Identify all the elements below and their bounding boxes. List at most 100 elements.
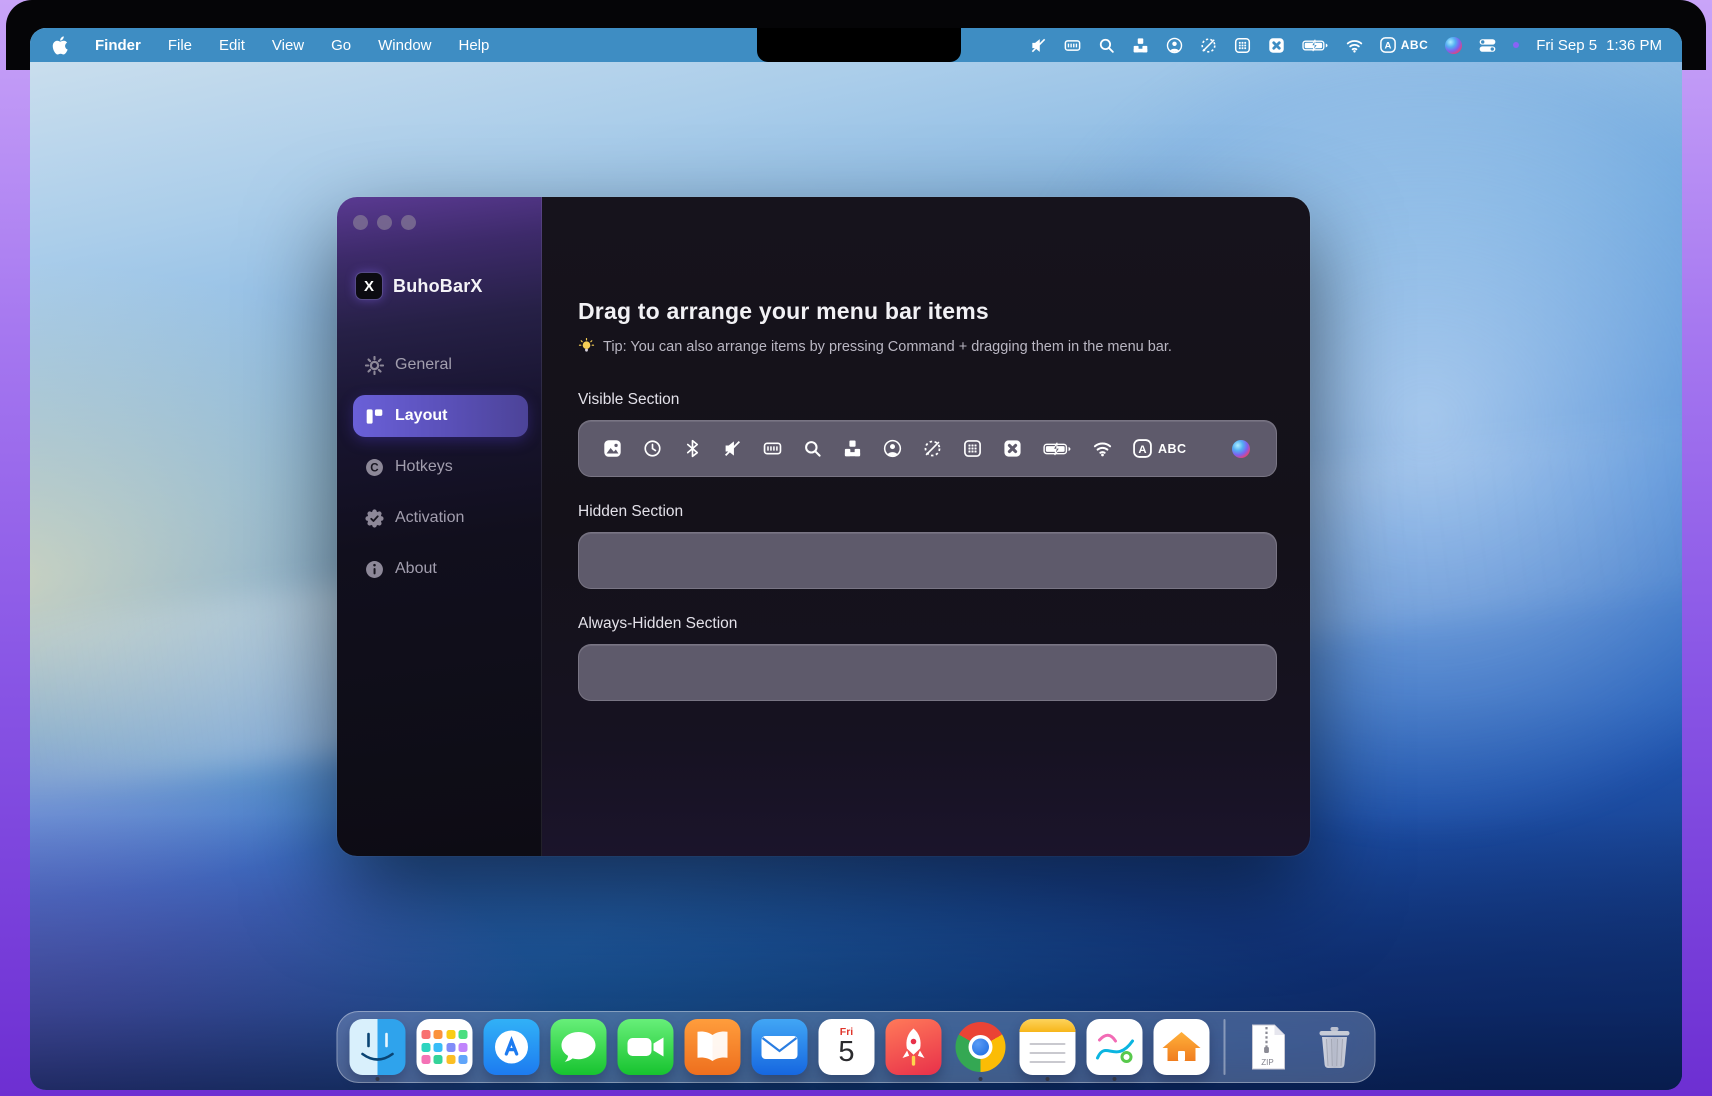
widgets-grid-icon bbox=[417, 1019, 473, 1075]
dock-item-freeform[interactable] bbox=[1087, 1019, 1143, 1075]
person-circle-icon[interactable] bbox=[883, 439, 902, 458]
menu-bar-date: Fri Sep 5 bbox=[1536, 37, 1597, 54]
speaker-mute-icon[interactable] bbox=[1030, 37, 1047, 54]
person-circle-icon[interactable] bbox=[1166, 37, 1183, 54]
window-content: Drag to arrange your menu bar items Tip:… bbox=[542, 197, 1310, 856]
layout-icon bbox=[365, 407, 384, 426]
bluetooth-icon[interactable] bbox=[683, 439, 702, 458]
c-circle-icon: C bbox=[365, 458, 384, 477]
app-logo-icon: X bbox=[355, 272, 383, 300]
sidebar-item-activation[interactable]: Activation bbox=[353, 497, 528, 539]
home-icon bbox=[1154, 1019, 1210, 1075]
dock-item-rocket[interactable] bbox=[886, 1019, 942, 1075]
hub-icon[interactable] bbox=[843, 439, 862, 458]
menu-bar-left: Finder File Edit View Go Window Help bbox=[52, 36, 489, 55]
page-title: Drag to arrange your menu bar items bbox=[578, 296, 1277, 326]
dock-item-messages[interactable] bbox=[551, 1019, 607, 1075]
input-a-icon: A bbox=[1380, 37, 1396, 53]
control-center-icon[interactable] bbox=[1479, 37, 1496, 54]
history-icon[interactable] bbox=[643, 439, 662, 458]
menu-file[interactable]: File bbox=[168, 37, 192, 54]
always-hidden-section-label: Always-Hidden Section bbox=[578, 615, 1277, 633]
sidebar-item-about[interactable]: About bbox=[353, 548, 528, 590]
menu-help[interactable]: Help bbox=[459, 37, 490, 54]
input-source-label: ABC bbox=[1401, 38, 1429, 52]
dock-item-mail[interactable] bbox=[752, 1019, 808, 1075]
buhobarx-icon[interactable] bbox=[1003, 439, 1022, 458]
mail-icon bbox=[752, 1019, 808, 1075]
dock-item-finder[interactable] bbox=[350, 1019, 406, 1075]
scanner-icon[interactable] bbox=[763, 439, 782, 458]
sidebar-item-general[interactable]: General bbox=[353, 344, 528, 386]
sidebar-item-label: Activation bbox=[395, 509, 464, 527]
facetime-icon bbox=[618, 1019, 674, 1075]
search-icon[interactable] bbox=[1098, 37, 1115, 54]
speaker-mute-icon[interactable] bbox=[723, 439, 742, 458]
keypad-icon[interactable] bbox=[1234, 37, 1251, 54]
traffic-light-minimize[interactable] bbox=[377, 215, 392, 230]
calendar-icon: Fri 5 bbox=[819, 1019, 875, 1075]
svg-text:C: C bbox=[370, 461, 379, 474]
app-identity: X BuhoBarX bbox=[353, 272, 528, 300]
apple-icon[interactable] bbox=[52, 36, 68, 55]
marketing-frame: { "menubar": { "apple_icon": "apple-icon… bbox=[0, 0, 1712, 1096]
dock-item-notes[interactable] bbox=[1020, 1019, 1076, 1075]
hidden-section-box[interactable] bbox=[578, 532, 1277, 589]
battery-charging-icon[interactable] bbox=[1302, 37, 1329, 54]
input-source-item[interactable]: A ABC bbox=[1133, 439, 1187, 458]
dock-item-facetime[interactable] bbox=[618, 1019, 674, 1075]
books-icon bbox=[685, 1019, 741, 1075]
menu-edit[interactable]: Edit bbox=[219, 37, 245, 54]
hub-icon[interactable] bbox=[1132, 37, 1149, 54]
buhobarx-menu-icon[interactable] bbox=[1268, 37, 1285, 54]
menu-bar-clock[interactable]: Fri Sep 5 1:36 PM bbox=[1536, 37, 1662, 54]
wifi-icon[interactable] bbox=[1093, 439, 1112, 458]
dock-separator bbox=[1224, 1019, 1226, 1075]
svg-text:A: A bbox=[1138, 444, 1146, 456]
rocket-icon bbox=[886, 1019, 942, 1075]
battery-charging-icon[interactable] bbox=[1043, 440, 1072, 458]
running-indicator bbox=[1113, 1077, 1117, 1081]
dock-item-widgets-grid[interactable] bbox=[417, 1019, 473, 1075]
svg-text:A: A bbox=[1384, 41, 1391, 52]
app-title: BuhoBarX bbox=[393, 276, 483, 297]
dock-item-calendar[interactable]: Fri 5 bbox=[819, 1019, 875, 1075]
airdrop-off-icon[interactable] bbox=[1200, 37, 1217, 54]
menu-view[interactable]: View bbox=[272, 37, 304, 54]
menu-window[interactable]: Window bbox=[378, 37, 431, 54]
siri-orb-icon[interactable] bbox=[1445, 37, 1462, 54]
dock-item-chrome[interactable] bbox=[953, 1019, 1009, 1075]
sidebar-item-layout[interactable]: Layout bbox=[353, 395, 528, 437]
zip-label: ZIP bbox=[1261, 1058, 1273, 1067]
scanner-icon[interactable] bbox=[1064, 37, 1081, 54]
siri-orb-icon[interactable] bbox=[1232, 440, 1250, 458]
running-indicator bbox=[1046, 1077, 1050, 1081]
dock-item-home[interactable] bbox=[1154, 1019, 1210, 1075]
airdrop-off-icon[interactable] bbox=[923, 439, 942, 458]
input-source-label: ABC bbox=[1158, 442, 1187, 456]
gear-icon bbox=[365, 356, 384, 375]
traffic-light-close[interactable] bbox=[353, 215, 368, 230]
keypad-icon[interactable] bbox=[963, 439, 982, 458]
zip-file-icon: ZIP bbox=[1240, 1019, 1296, 1075]
dock-item-books[interactable] bbox=[685, 1019, 741, 1075]
wifi-icon[interactable] bbox=[1346, 37, 1363, 54]
sidebar-item-label: About bbox=[395, 560, 437, 578]
purple-indicator-dot bbox=[1513, 42, 1519, 48]
menu-go[interactable]: Go bbox=[331, 37, 351, 54]
tip-row: Tip: You can also arrange items by press… bbox=[578, 338, 1277, 355]
photos-icon[interactable] bbox=[603, 439, 622, 458]
dock-item-app-store[interactable] bbox=[484, 1019, 540, 1075]
dock-item-zip-file[interactable]: ZIP bbox=[1240, 1019, 1296, 1075]
trash-icon bbox=[1307, 1019, 1363, 1075]
lightbulb-icon bbox=[578, 338, 595, 355]
search-icon[interactable] bbox=[803, 439, 822, 458]
dock-item-trash[interactable] bbox=[1307, 1019, 1363, 1075]
visible-section-box[interactable]: A ABC bbox=[578, 420, 1277, 477]
traffic-lights bbox=[353, 215, 528, 230]
always-hidden-section-box[interactable] bbox=[578, 644, 1277, 701]
menu-app-name[interactable]: Finder bbox=[95, 37, 141, 54]
input-source[interactable]: A ABC bbox=[1380, 37, 1429, 53]
traffic-light-zoom[interactable] bbox=[401, 215, 416, 230]
sidebar-item-hotkeys[interactable]: C Hotkeys bbox=[353, 446, 528, 488]
